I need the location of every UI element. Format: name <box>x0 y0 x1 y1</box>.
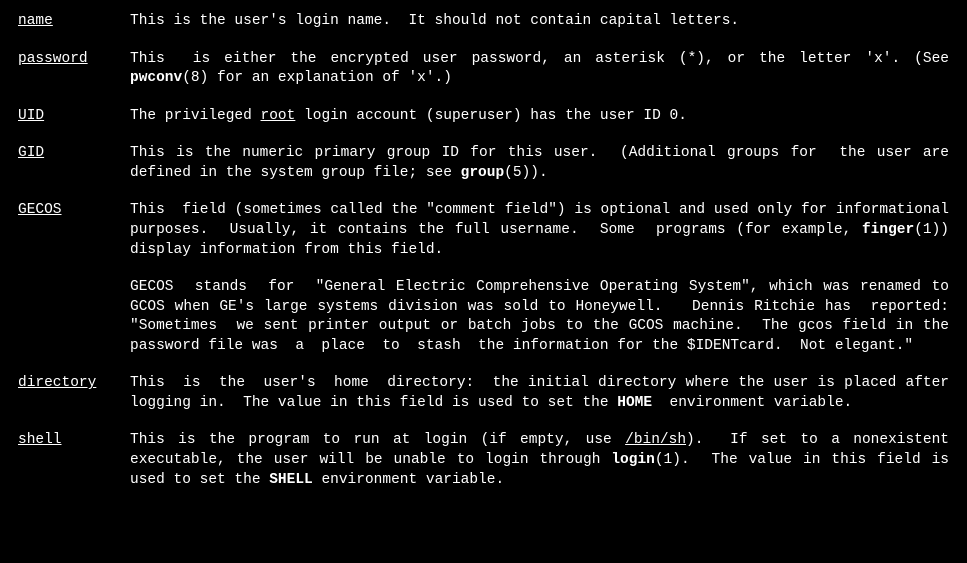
field-gid: GIDThis is the numeric primary group ID … <box>18 144 949 183</box>
field-directory: directoryThis is the user's home directo… <box>18 374 949 413</box>
field-term: GECOS <box>18 201 130 221</box>
field-term: directory <box>18 374 130 394</box>
field-term: name <box>18 12 130 32</box>
field-term: shell <box>18 431 130 451</box>
field-description: This is either the encrypted user passwo… <box>130 50 949 89</box>
field-name: nameThis is the user's login name. It sh… <box>18 12 949 32</box>
field-password: passwordThis is either the encrypted use… <box>18 50 949 89</box>
field-gecos: GECOSThis field (sometimes called the "c… <box>18 201 949 356</box>
field-term: password <box>18 50 130 70</box>
field-description: This is the user's login name. It should… <box>130 12 949 32</box>
field-description: This is the program to run at login (if … <box>130 431 949 490</box>
field-shell: shellThis is the program to run at login… <box>18 431 949 490</box>
field-term: UID <box>18 107 130 127</box>
field-description: This field (sometimes called the "commen… <box>130 201 949 356</box>
manpage-content: nameThis is the user's login name. It sh… <box>18 12 949 490</box>
field-uid: UIDThe privileged root login account (su… <box>18 107 949 127</box>
field-term: GID <box>18 144 130 164</box>
field-description: The privileged root login account (super… <box>130 107 949 127</box>
field-description: This is the numeric primary group ID for… <box>130 144 949 183</box>
field-description: This is the user's home directory: the i… <box>130 374 949 413</box>
